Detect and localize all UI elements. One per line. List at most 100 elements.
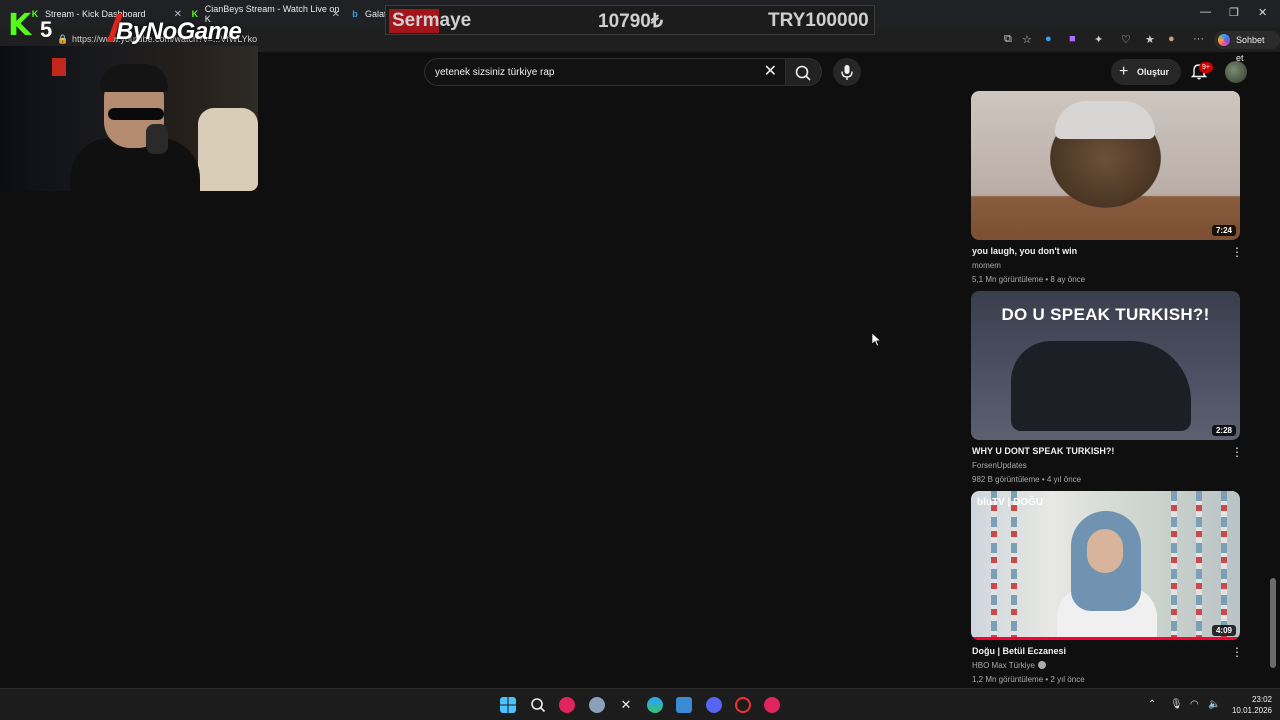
notification-badge: 9+ (1199, 62, 1213, 73)
close-icon[interactable]: ✕ (332, 9, 340, 20)
pharmacy-shelf (1011, 491, 1017, 640)
video-thumbnail[interactable]: DO U SPEAK TURKISH?! 2:28 (971, 291, 1240, 440)
more-options-icon[interactable]: ⋮ (1231, 446, 1243, 458)
thumbnail-text: DO U SPEAK TURKISH?! (1001, 305, 1210, 324)
microphone (146, 124, 168, 154)
webcam-overlay (0, 46, 258, 191)
create-label: Oluştur (1137, 67, 1170, 77)
video-card[interactable]: DO U SPEAK TURKISH?! 2:28 WHY U DONT SPE… (971, 291, 1243, 486)
video-title[interactable]: Doğu | Betül Eczanesi (972, 646, 1066, 656)
copilot-icon (1218, 34, 1230, 46)
sermaye-overlay: Sermaye 10790₺ TRY100000 (385, 5, 875, 35)
discord-icon[interactable] (706, 697, 722, 713)
performance-icon[interactable]: ♡ (1121, 33, 1131, 46)
more-options-icon[interactable]: ⋮ (1231, 646, 1243, 658)
extensions-puzzle-icon[interactable]: ✦ (1094, 33, 1103, 46)
video-channel[interactable]: momem (972, 261, 1001, 270)
clock-date: 10.01.2026 (1231, 706, 1272, 715)
microphone-icon (841, 65, 853, 80)
settings-gear-icon[interactable] (589, 697, 605, 713)
search-icon (795, 65, 811, 81)
thumbnail-figure (1055, 101, 1155, 139)
open-app-icon[interactable]: ⧉ (1004, 33, 1012, 46)
video-meta: 5,1 Mn görüntüleme • 8 ay önce (972, 275, 1086, 284)
clock-time: 23:02 (1251, 695, 1272, 704)
tab-label: Galat (365, 9, 387, 19)
wifi-icon[interactable]: ◠ (1190, 699, 1199, 710)
system-clock[interactable]: 23:02 10.01.2026 (1226, 694, 1272, 716)
profile-icon[interactable]: ● (1168, 33, 1175, 45)
chat-button-label: Sohbet et (1236, 35, 1265, 63)
scrollbar-thumb[interactable] (1270, 578, 1276, 668)
window-close-icon[interactable]: ✕ (1258, 6, 1267, 19)
brand-number: 5 (40, 17, 53, 42)
volume-icon[interactable]: 🔈 (1208, 699, 1220, 710)
tray-chevron-icon[interactable]: ⌃ (1148, 699, 1156, 710)
thumbnail-watermark: bluTV | DOĞU (977, 497, 1044, 508)
sermaye-value: 10790₺ (598, 11, 663, 32)
plus-icon: + (1119, 63, 1129, 80)
x-app-icon[interactable]: ✕ (618, 697, 634, 713)
video-title[interactable]: WHY U DONT SPEAK TURKISH?! (972, 446, 1114, 456)
video-meta: 982 B görüntüleme • 4 yıl önce (972, 475, 1082, 484)
sermaye-goal: TRY100000 (768, 10, 869, 31)
thumbnail-figure (1011, 341, 1191, 431)
video-duration: 2:28 (1211, 425, 1236, 436)
sermaye-label: Sermaye (392, 10, 472, 31)
channel-name: HBO Max Türkiye (972, 661, 1035, 670)
edge-browser-icon[interactable] (647, 697, 663, 713)
video-duration: 7:24 (1211, 225, 1236, 236)
twitch-extension-icon[interactable]: ■ (1069, 33, 1076, 45)
clear-search-icon[interactable]: ✕ (764, 63, 777, 81)
favorites-icon[interactable]: ★ (1145, 33, 1155, 46)
restore-icon[interactable]: ❐ (1229, 6, 1239, 19)
voice-search-button[interactable] (833, 58, 861, 86)
favorite-star-icon[interactable]: ☆ (1022, 33, 1032, 46)
lock-icon: 🔒 (57, 34, 69, 44)
create-button[interactable]: + Oluştur (1111, 59, 1181, 85)
pharmacy-shelf (1221, 491, 1227, 640)
video-duration: 4:09 (1211, 625, 1236, 636)
mouse-cursor-icon (872, 333, 882, 347)
pharmacy-shelf (1171, 491, 1177, 640)
app-icon[interactable] (764, 697, 780, 713)
account-avatar[interactable] (1225, 61, 1247, 83)
search-query: yetenek sizsiniz türkiye rap (435, 67, 555, 78)
bing-favicon-icon: b (352, 9, 358, 19)
more-options-icon[interactable]: ⋮ (1231, 246, 1243, 258)
kick-favicon-icon: K (31, 9, 39, 19)
streamer-cap (100, 64, 168, 92)
extension-icon[interactable]: ● (1045, 33, 1052, 45)
verified-icon (1037, 661, 1046, 669)
kick-logo: K (8, 8, 32, 43)
streamer-glasses (108, 108, 164, 120)
taskbar-search-icon[interactable] (530, 697, 546, 713)
video-meta: 1,2 Mn görüntüleme • 2 yıl önce (972, 675, 1085, 684)
obs-icon[interactable] (735, 697, 751, 713)
video-channel[interactable]: ForsenUpdates (972, 461, 1027, 470)
windows-start-icon[interactable] (500, 697, 516, 713)
more-menu-icon[interactable]: ··· (1193, 33, 1204, 45)
turkish-flag-icon (52, 58, 66, 76)
microphone-tray-icon[interactable]: 🎙 (1170, 699, 1183, 710)
bynogame-logo: ByNoGame (116, 18, 242, 45)
media-player-icon[interactable] (559, 697, 575, 713)
hanging-hoodie (198, 108, 258, 191)
thumbnail-figure-face (1087, 529, 1123, 573)
pharmacy-shelf (991, 491, 997, 640)
search-button[interactable] (786, 58, 822, 86)
video-card[interactable]: bluTV | DOĞU 4:09 Doğu | Betül Eczanesi … (971, 491, 1243, 686)
tab-galat[interactable]: b Galat (350, 4, 390, 24)
video-title[interactable]: you laugh, you don't win (972, 246, 1077, 256)
video-thumbnail[interactable]: bluTV | DOĞU 4:09 (971, 491, 1240, 640)
taskbar: ✕ ⌃ 🎙 ◠ 🔈 23:02 10.01.2026 (0, 688, 1280, 720)
chat-button[interactable]: Sohbet et (1214, 31, 1280, 63)
store-icon[interactable] (676, 697, 692, 713)
watch-progress-bar (971, 637, 1240, 640)
minimize-icon[interactable]: — (1200, 6, 1211, 18)
search-input[interactable]: yetenek sizsiniz türkiye rap ✕ (424, 58, 786, 86)
video-card[interactable]: 7:24 you laugh, you don't win momem 5,1 … (971, 91, 1243, 286)
video-channel[interactable]: HBO Max Türkiye (972, 661, 1046, 670)
pharmacy-shelf (1196, 491, 1202, 640)
video-thumbnail[interactable]: 7:24 (971, 91, 1240, 240)
